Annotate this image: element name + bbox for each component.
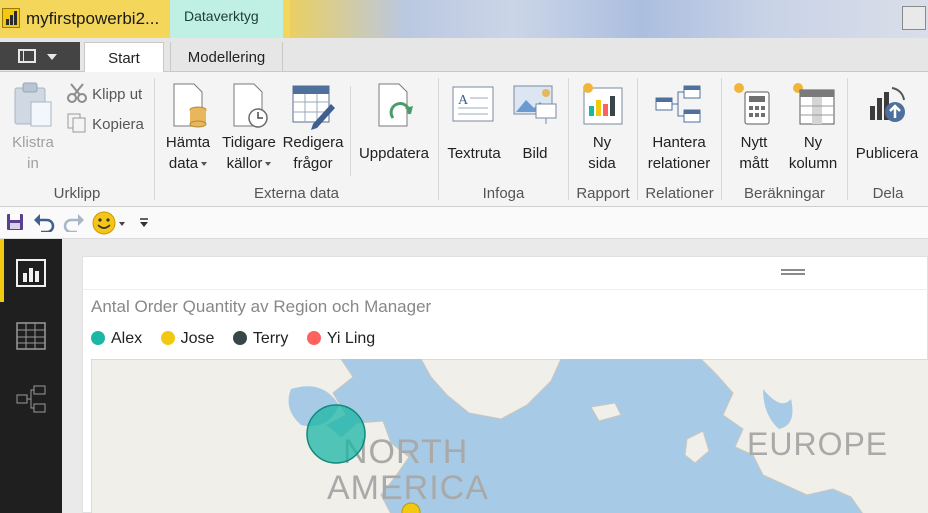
group-divider — [350, 86, 351, 176]
active-view-indicator — [0, 239, 4, 302]
map-land-layer: NORTH AMERICA EUROPE — [91, 359, 928, 513]
refresh-button[interactable]: Uppdatera — [355, 80, 433, 180]
view-switcher-nav — [0, 239, 62, 513]
group-divider — [721, 78, 722, 200]
recent-sources-button[interactable]: Tidigare källor — [218, 80, 280, 180]
new-column-button[interactable]: Ny kolumn — [784, 80, 842, 180]
legend-item-yi-ling[interactable]: Yi Ling — [306, 330, 375, 348]
legend-item-jose[interactable]: Jose — [160, 330, 214, 348]
undo-icon[interactable] — [32, 212, 56, 232]
map-label-america: AMERICA — [327, 469, 489, 507]
title-bar-background — [290, 0, 928, 38]
refresh-icon — [378, 83, 413, 127]
publish-icon — [870, 87, 905, 122]
new-column-icon — [793, 83, 835, 125]
group-label-externa-data: Externa data — [253, 185, 340, 202]
group-divider — [154, 78, 155, 200]
window-control-button[interactable] — [902, 6, 926, 30]
group-divider — [438, 78, 439, 200]
legend-dot-icon — [160, 331, 175, 345]
group-label-infoga: Infoga — [482, 185, 525, 202]
image-button[interactable]: Bild — [508, 80, 562, 180]
image-icon — [513, 85, 557, 124]
legend-item-terry[interactable]: Terry — [232, 330, 288, 348]
legend-dot-icon — [232, 331, 247, 345]
relationships-view-icon[interactable] — [16, 385, 46, 413]
window-title: myfirstpowerbi2... — [26, 9, 160, 28]
textbox-button[interactable]: A Textruta — [442, 80, 506, 180]
smile-feedback-icon[interactable] — [92, 210, 126, 236]
powerbi-logo-icon[interactable] — [2, 8, 20, 28]
edit-queries-button[interactable]: Redigera frågor — [281, 80, 345, 180]
group-label-relationer: Relationer — [645, 185, 714, 202]
manage-relationships-button[interactable]: Hantera relationer — [640, 80, 718, 180]
title-bar: myfirstpowerbi2... Dataverktyg — [0, 0, 928, 38]
report-view-icon[interactable] — [16, 259, 46, 287]
context-tab-dataverktyg[interactable]: Dataverktyg — [170, 0, 283, 38]
visual-header-divider — [83, 289, 928, 290]
map-label-europe: EUROPE — [747, 426, 888, 462]
redo-icon[interactable] — [62, 212, 86, 232]
relationships-icon — [655, 85, 701, 123]
tab-modellering[interactable]: Modellering — [170, 42, 283, 73]
drag-handle-icon[interactable] — [781, 269, 805, 275]
report-canvas: Antal Order Quantity av Region och Manag… — [62, 239, 928, 513]
new-page-chart-icon — [583, 83, 623, 125]
table-edit-icon — [292, 85, 335, 130]
clipboard-icon — [14, 82, 52, 127]
tab-start[interactable]: Start — [84, 42, 164, 73]
ribbon: Klistra in Klipp ut Kopiera Urklipp Hämt… — [0, 72, 928, 207]
group-label-urklipp: Urklipp — [53, 185, 101, 202]
textbox-icon: A — [452, 86, 494, 122]
ribbon-tab-row: Start Modellering — [0, 38, 928, 73]
chevron-down-icon — [47, 54, 57, 60]
group-label-dela: Dela — [872, 185, 904, 202]
database-icon — [173, 83, 207, 128]
publish-button[interactable]: Publicera — [850, 80, 924, 180]
copy-button[interactable]: Kopiera — [66, 112, 144, 134]
copy-icon — [67, 113, 86, 133]
legend-dot-icon — [306, 331, 321, 345]
world-map[interactable]: NORTH AMERICA EUROPE — [91, 359, 928, 513]
new-measure-button[interactable]: Nytt mått — [725, 80, 783, 180]
file-menu-button[interactable] — [0, 42, 80, 70]
quick-access-toolbar — [0, 207, 928, 239]
clock-icon — [233, 83, 268, 128]
cut-button[interactable]: Klipp ut — [66, 82, 142, 104]
bubble-alex[interactable] — [306, 404, 366, 464]
paste-button[interactable]: Klistra in — [6, 80, 60, 180]
svg-text:A: A — [458, 93, 469, 108]
group-divider — [568, 78, 569, 200]
map-visual[interactable]: Antal Order Quantity av Region och Manag… — [82, 256, 928, 513]
legend: Alex Jose Terry Yi Ling — [91, 330, 389, 350]
chart-title: Antal Order Quantity av Region och Manag… — [91, 297, 432, 316]
get-data-button[interactable]: Hämta data — [160, 80, 216, 180]
new-page-button[interactable]: Ny sida — [572, 80, 632, 180]
scissors-icon — [67, 83, 87, 103]
customize-toolbar-icon[interactable] — [138, 216, 150, 228]
group-label-rapport: Rapport — [576, 185, 630, 202]
legend-item-alex[interactable]: Alex — [91, 330, 142, 348]
group-divider — [847, 78, 848, 200]
powerbi-desktop-window: myfirstpowerbi2... Dataverktyg Start Mod… — [0, 0, 928, 513]
group-label-berakningar: Beräkningar — [744, 185, 825, 202]
calculator-icon — [734, 83, 770, 125]
group-divider — [637, 78, 638, 200]
legend-dot-icon — [91, 331, 105, 345]
save-icon[interactable] — [6, 213, 24, 231]
data-view-icon[interactable] — [16, 322, 46, 350]
file-menu-icon — [18, 49, 36, 63]
